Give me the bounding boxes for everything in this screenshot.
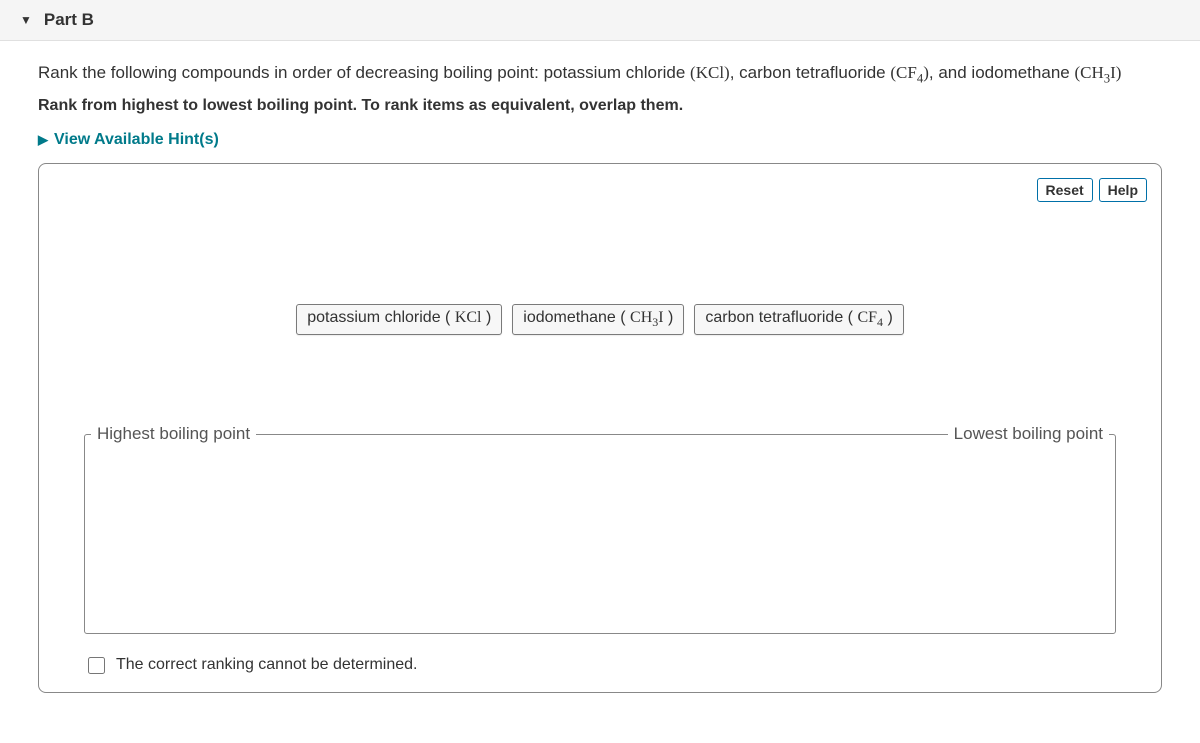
cannot-determine-row: The correct ranking cannot be determined…: [84, 654, 418, 677]
ranking-drop-zone[interactable]: Highest boiling point Lowest boiling poi…: [84, 434, 1116, 634]
compound-item-kcl[interactable]: potassium chloride ( KCl ): [296, 304, 502, 335]
workspace-toolbar: Reset Help: [1037, 178, 1147, 202]
prompt-mid2: , and iodomethane: [929, 63, 1075, 82]
formula-ch3i-pre: (CH: [1074, 63, 1103, 82]
hints-label: View Available Hint(s): [54, 131, 219, 149]
chevron-right-icon: ▶: [38, 132, 48, 148]
item-formula-pre: CH: [630, 309, 652, 326]
part-header[interactable]: ▼ Part B: [0, 0, 1200, 41]
item-pool: potassium chloride ( KCl ) iodomethane (…: [39, 304, 1161, 335]
item-label: carbon tetrafluoride (: [705, 309, 857, 326]
item-close: ): [664, 309, 674, 326]
compound-item-cf4[interactable]: carbon tetrafluoride ( CF4 ): [694, 304, 903, 335]
item-close: ): [482, 309, 492, 326]
collapse-icon: ▼: [20, 13, 32, 27]
reset-button[interactable]: Reset: [1037, 178, 1093, 202]
zone-label-lowest: Lowest boiling point: [948, 424, 1109, 444]
formula-ch3i-post: I): [1110, 63, 1121, 82]
question-prompt: Rank the following compounds in order of…: [38, 59, 1162, 89]
compound-item-ch3i[interactable]: iodomethane ( CH3I ): [512, 304, 684, 335]
item-formula: KCl: [455, 309, 482, 326]
item-formula-pre: CF: [857, 309, 877, 326]
help-button[interactable]: Help: [1099, 178, 1147, 202]
formula-kcl: (KCl): [690, 63, 730, 82]
ranking-workspace: Reset Help potassium chloride ( KCl ) io…: [38, 163, 1162, 693]
zone-label-highest: Highest boiling point: [91, 424, 256, 444]
part-title: Part B: [44, 10, 94, 30]
content-area: Rank the following compounds in order of…: [0, 41, 1200, 713]
prompt-intro: Rank the following compounds in order of…: [38, 63, 690, 82]
cannot-determine-label: The correct ranking cannot be determined…: [116, 656, 418, 674]
item-label: iodomethane (: [523, 309, 630, 326]
prompt-mid1: , carbon tetrafluoride: [730, 63, 891, 82]
ranking-instruction: Rank from highest to lowest boiling poin…: [38, 97, 1162, 115]
cannot-determine-checkbox[interactable]: [88, 657, 105, 674]
item-label: potassium chloride (: [307, 309, 455, 326]
item-close: ): [883, 309, 893, 326]
view-hints-link[interactable]: ▶ View Available Hint(s): [38, 131, 1162, 149]
formula-cf4-pre: (CF: [890, 63, 916, 82]
